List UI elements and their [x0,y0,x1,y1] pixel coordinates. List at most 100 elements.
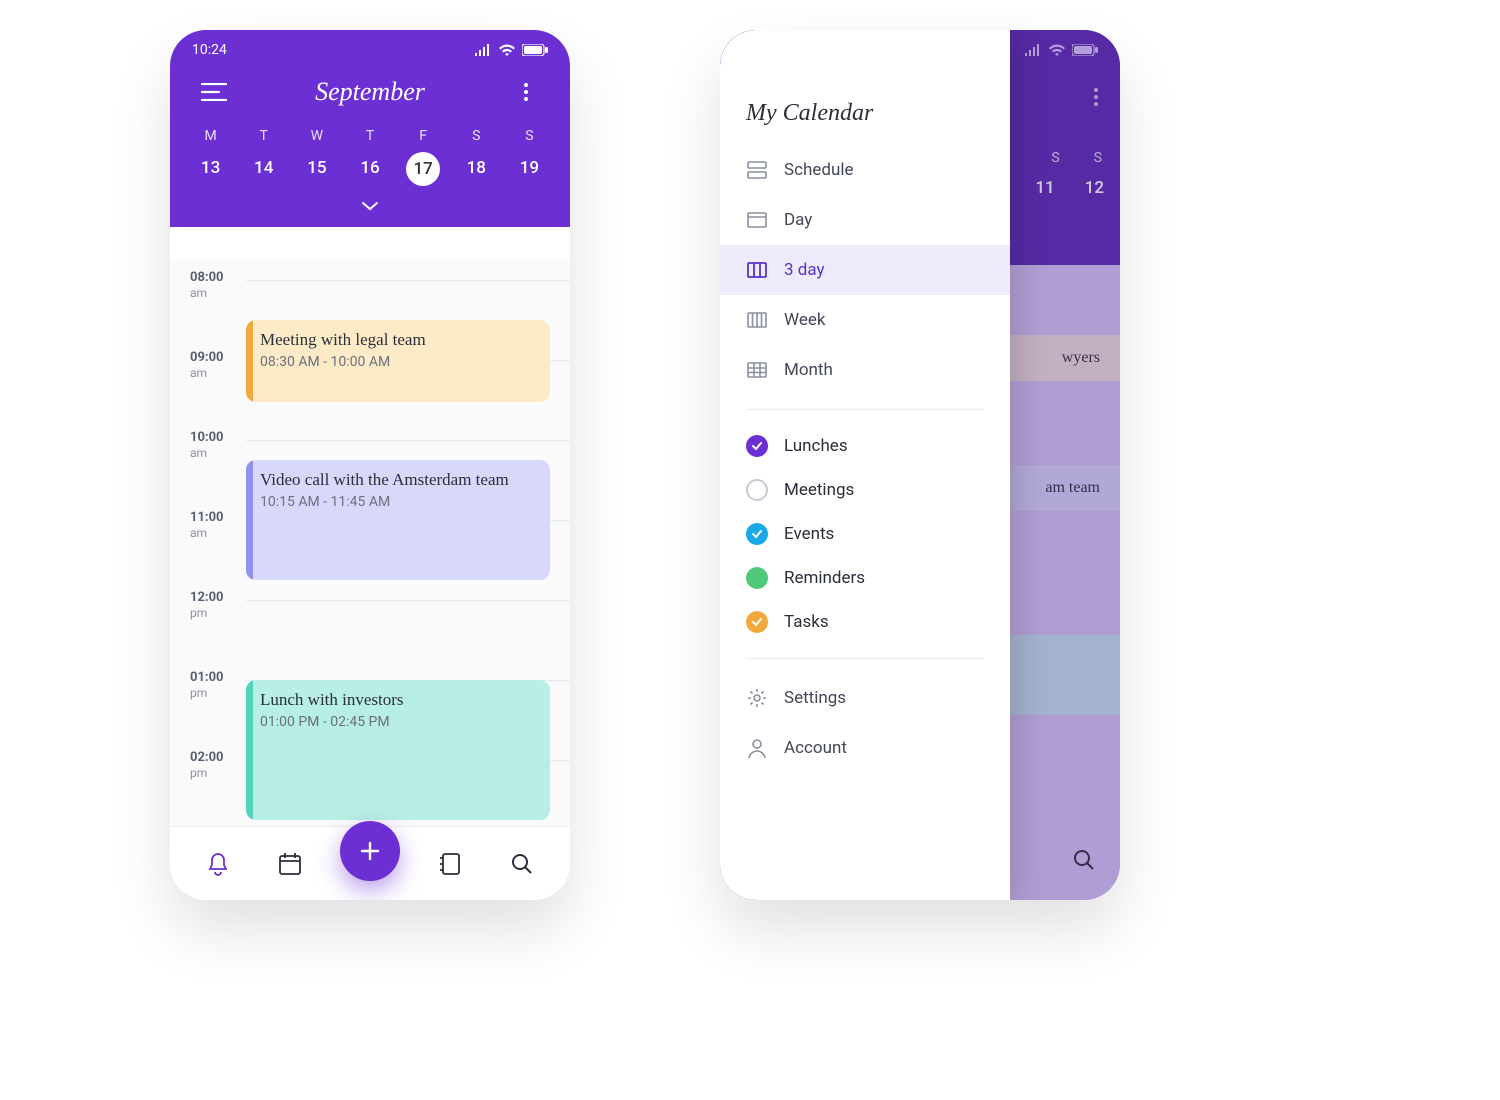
drawer-settings[interactable]: Settings [720,673,1010,723]
phone-drawer: SS 1112 wyers am team My Calendar Schedu… [720,30,1120,900]
weekday-row: M T W T F S S [170,128,570,144]
plus-icon [358,839,382,863]
event-time: 01:00 PM - 02:45 PM [260,714,536,730]
weekday-label: M [184,128,237,144]
drawer-label: Schedule [784,160,853,180]
menu-button[interactable] [192,70,236,114]
nav-notifications[interactable] [196,842,240,886]
date-cell-selected[interactable]: 17 [406,152,440,186]
hour-label: 11:00am [190,510,236,540]
more-button[interactable] [504,70,548,114]
threeday-icon [746,259,768,281]
weekday-label: S [450,128,503,144]
drawer-label: Settings [784,688,846,708]
event-title: Lunch with investors [260,690,536,710]
check-icon [751,617,763,627]
date-cell[interactable]: 16 [343,152,396,186]
status-time: 10:24 [192,42,227,58]
category-tasks[interactable]: Tasks [720,600,1010,644]
hour-line [246,600,570,601]
weekday-label: T [343,128,396,144]
weekday-label: T [237,128,290,144]
wifi-icon [498,44,516,56]
nav-search[interactable] [500,842,544,886]
hour-label: 12:00pm [190,590,236,620]
hour-line [246,440,570,441]
week-icon [746,309,768,331]
date-cell[interactable]: 13 [184,152,237,186]
phone-calendar: 10:24 September M T W T F S S [170,30,570,900]
event-time: 10:15 AM - 11:45 AM [260,494,536,510]
gear-icon [746,687,768,709]
date-cell[interactable]: 19 [503,152,556,186]
bell-icon [206,851,230,877]
event-time: 08:30 AM - 10:00 AM [260,354,536,370]
date-row: 13 14 15 16 17 18 19 [170,152,570,186]
view-day[interactable]: Day [720,195,1010,245]
category-label: Tasks [784,612,829,632]
hour-line [246,280,570,281]
search-icon [510,852,534,876]
calendar-header: 10:24 September M T W T F S S [170,30,570,227]
drawer-label: Week [784,310,825,330]
category-label: Lunches [784,436,848,456]
event-card[interactable]: Video call with the Amsterdam team 10:15… [246,460,550,580]
category-chip [746,435,768,457]
month-icon [746,359,768,381]
nav-calendar[interactable] [268,842,312,886]
category-lunches[interactable]: Lunches [720,424,1010,468]
check-icon [751,441,763,451]
bottom-nav [170,826,570,900]
category-chip [746,479,768,501]
event-card[interactable]: Lunch with investors 01:00 PM - 02:45 PM [246,680,550,820]
nav-journal[interactable] [428,842,472,886]
side-drawer: My Calendar Schedule Day 3 day Week Mont… [720,30,1010,900]
date-cell[interactable]: 18 [450,152,503,186]
hamburger-icon [201,83,227,101]
category-chip [746,523,768,545]
status-bar [720,30,1120,62]
category-reminders[interactable]: Reminders [720,556,1010,600]
category-meetings[interactable]: Meetings [720,468,1010,512]
drawer-title: My Calendar [720,100,1010,145]
drawer-label: 3 day [784,260,825,280]
drawer-account[interactable]: Account [720,723,1010,773]
weekday-label: W [290,128,343,144]
drawer-separator [746,409,984,410]
timeline[interactable]: 08:00am 09:00am 10:00am 11:00am 12:00pm … [170,260,570,826]
drawer-label: Account [784,738,847,758]
event-card[interactable]: Meeting with legal team 08:30 AM - 10:00… [246,320,550,402]
event-title: Video call with the Amsterdam team [260,470,536,490]
expand-week-button[interactable] [170,196,570,215]
account-icon [746,737,768,759]
category-events[interactable]: Events [720,512,1010,556]
category-label: Events [784,524,834,544]
day-icon [746,209,768,231]
view-3day[interactable]: 3 day [720,245,1010,295]
battery-icon [522,44,548,56]
category-chip [746,611,768,633]
status-icons [474,44,548,56]
category-label: Meetings [784,480,854,500]
drawer-separator [746,658,984,659]
hour-label: 08:00am [190,270,236,300]
view-schedule[interactable]: Schedule [720,145,1010,195]
view-week[interactable]: Week [720,295,1010,345]
add-event-button[interactable] [340,821,400,881]
notebook-icon [438,851,462,877]
wifi-icon [1048,44,1066,56]
signal-icon [1024,44,1042,56]
view-month[interactable]: Month [720,345,1010,395]
month-title: September [315,77,425,107]
battery-icon [1072,44,1098,56]
hour-label: 09:00am [190,350,236,380]
category-label: Reminders [784,568,865,588]
status-bar: 10:24 [170,30,570,62]
schedule-icon [746,159,768,181]
chevron-down-icon [361,201,379,211]
date-cell[interactable]: 14 [237,152,290,186]
hour-label: 02:00pm [190,750,236,780]
drawer-label: Day [784,210,812,230]
weekday-label: S [503,128,556,144]
date-cell[interactable]: 15 [290,152,343,186]
